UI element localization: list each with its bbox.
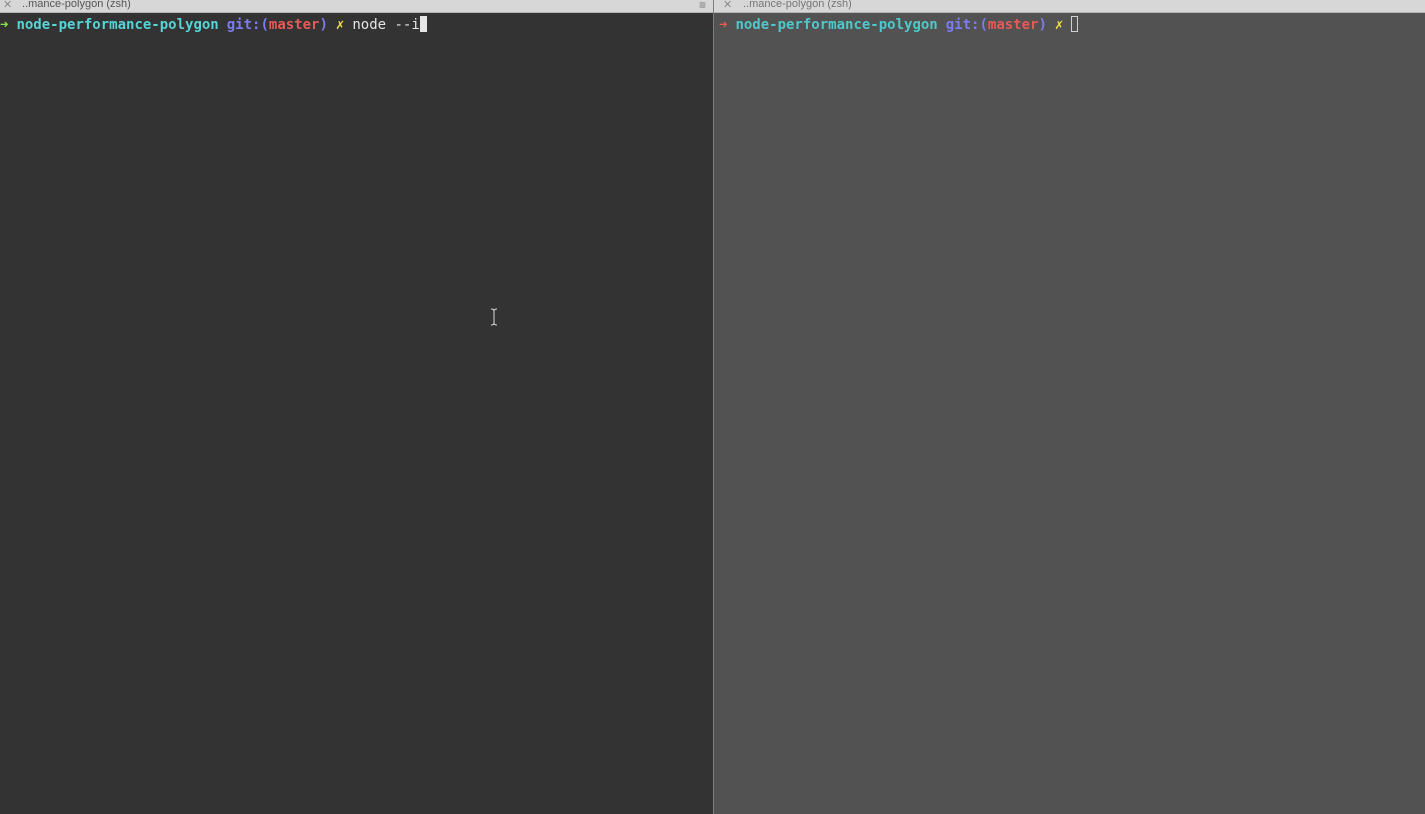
command-input[interactable]: node --i bbox=[352, 17, 419, 33]
pane-tab-bar: ✕ ..mance-polygon (zsh) bbox=[714, 0, 1425, 13]
terminal-window: ✕ ..mance-polygon (zsh) ≡ ➜ node-performa… bbox=[0, 0, 1425, 814]
prompt-directory: node-performance-polygon bbox=[735, 17, 938, 33]
close-icon[interactable]: ✕ bbox=[3, 0, 12, 11]
text-cursor[interactable] bbox=[1071, 16, 1079, 32]
ibeam-cursor-icon bbox=[490, 308, 498, 326]
pane-tab-bar: ✕ ..mance-polygon (zsh) ≡ bbox=[0, 0, 713, 13]
prompt-dirty-mark: ✗ bbox=[1054, 17, 1064, 33]
menu-icon[interactable]: ≡ bbox=[699, 0, 706, 11]
prompt-arrow-icon: ➜ bbox=[719, 17, 728, 33]
prompt-git-label: git: bbox=[945, 17, 980, 33]
pane-title: ..mance-polygon (zsh) bbox=[22, 0, 131, 10]
terminal-pane-left[interactable]: ✕ ..mance-polygon (zsh) ≡ ➜ node-performa… bbox=[0, 0, 713, 814]
prompt-paren-open: ( bbox=[260, 17, 269, 33]
terminal-pane-right[interactable]: ✕ ..mance-polygon (zsh) ➜ node-performanc… bbox=[714, 0, 1425, 814]
prompt-paren-close: ) bbox=[319, 17, 328, 33]
prompt-branch: master bbox=[987, 17, 1039, 33]
prompt-line: ➜ node-performance-polygon git:(master) ✗ bbox=[719, 16, 1079, 34]
pane-title: ..mance-polygon (zsh) bbox=[743, 0, 852, 10]
text-cursor bbox=[419, 16, 427, 32]
prompt-paren-open: ( bbox=[979, 17, 988, 33]
close-icon[interactable]: ✕ bbox=[723, 0, 732, 11]
prompt-line: ➜ node-performance-polygon git:(master) ✗ no… bbox=[0, 16, 427, 34]
prompt-branch: master bbox=[268, 17, 320, 33]
prompt-directory: node-performance-polygon bbox=[16, 17, 219, 33]
prompt-git-label: git: bbox=[226, 17, 261, 33]
prompt-paren-close: ) bbox=[1038, 17, 1047, 33]
prompt-arrow-icon: ➜ bbox=[0, 17, 9, 33]
prompt-dirty-mark: ✗ bbox=[335, 17, 345, 33]
